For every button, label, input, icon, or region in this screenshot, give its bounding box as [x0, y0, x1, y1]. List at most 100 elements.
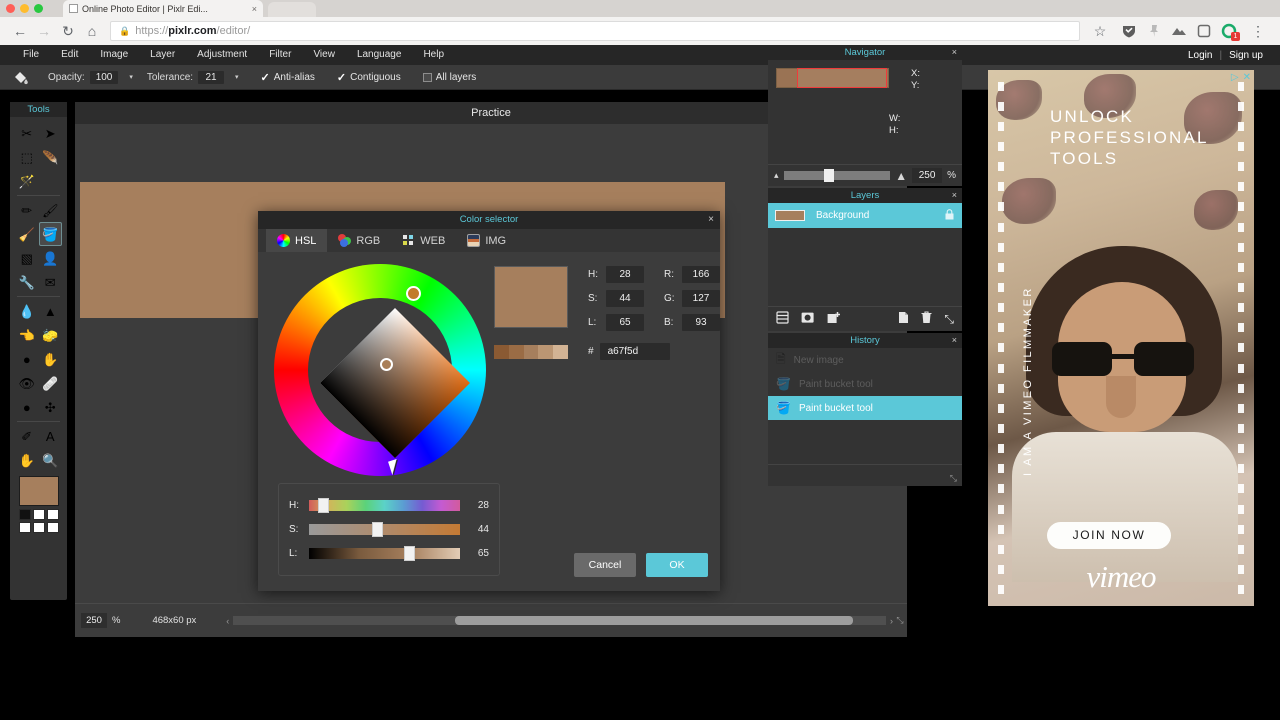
horizontal-scrollbar[interactable] — [233, 616, 886, 625]
login-link[interactable]: Login — [1181, 50, 1219, 61]
advertisement[interactable]: UNLOCK PROFESSIONAL TOOLS I AM A VIMEO F… — [988, 70, 1254, 606]
delete-layer-icon[interactable] — [921, 311, 932, 327]
menu-view[interactable]: View — [302, 45, 346, 65]
pinch-tool[interactable]: ✣ — [39, 395, 63, 419]
layers-empty-area[interactable] — [768, 228, 962, 306]
lock-icon[interactable] — [945, 209, 954, 223]
g-input[interactable]: 127 — [682, 290, 720, 307]
dialog-palette-swatch-0[interactable] — [494, 345, 509, 359]
history-resize-icon[interactable]: ⤡ — [950, 473, 957, 484]
navigator-viewport-rect[interactable] — [797, 68, 887, 88]
layer-settings-icon[interactable] — [776, 311, 789, 327]
counter-extension-icon[interactable]: 1 — [1221, 23, 1237, 39]
history-item[interactable]: 🪣Paint bucket tool — [768, 372, 962, 396]
burn-tool[interactable]: ● — [15, 347, 39, 371]
red-eye-tool[interactable]: 👁 — [15, 371, 39, 395]
b-input[interactable]: 93 — [682, 314, 720, 331]
back-icon[interactable]: ← — [8, 19, 32, 43]
shield-extension-icon[interactable] — [1121, 23, 1137, 39]
sl-cursor[interactable] — [380, 358, 393, 371]
add-layer-icon[interactable] — [827, 311, 841, 327]
zoom-slider-thumb[interactable] — [824, 169, 834, 182]
palette-swatch-4[interactable] — [33, 522, 45, 533]
pin-extension-icon[interactable] — [1146, 23, 1162, 39]
palette-swatch-3[interactable] — [19, 522, 31, 533]
hex-input[interactable]: a67f5d — [600, 343, 670, 360]
color-replace-tool[interactable]: 🔧 — [15, 270, 39, 294]
l-input[interactable]: 65 — [606, 314, 644, 331]
move-tool[interactable]: ➤ — [39, 121, 63, 145]
navigator-zoom-row[interactable]: ▴ ▲ 250 % — [768, 164, 962, 186]
zoom-tool[interactable]: 🔍 — [39, 448, 63, 472]
signup-link[interactable]: Sign up — [1222, 50, 1270, 61]
color-wheel-area[interactable] — [258, 252, 490, 477]
palette-swatch-5[interactable] — [47, 522, 59, 533]
menu-filter[interactable]: Filter — [258, 45, 302, 65]
h-input[interactable]: 28 — [606, 266, 644, 283]
navigator-close-icon[interactable]: × — [952, 45, 957, 60]
close-ad-icon[interactable]: ✕ — [1243, 72, 1251, 83]
lasso-tool[interactable]: 🪶 — [39, 145, 63, 169]
dialog-close-icon[interactable]: × — [708, 211, 714, 229]
scroll-left-icon[interactable]: ‹ — [226, 616, 229, 626]
note-extension-icon[interactable] — [1196, 23, 1212, 39]
tab-img[interactable]: IMG — [456, 229, 517, 252]
minimize-window-icon[interactable] — [20, 4, 29, 13]
spot-heal-tool[interactable]: 🩹 — [39, 371, 63, 395]
palette-swatch-1[interactable] — [33, 509, 45, 520]
sharpen-tool[interactable]: ▲ — [39, 299, 63, 323]
dialog-palette-swatch-2[interactable] — [524, 345, 539, 359]
maximize-window-icon[interactable] — [34, 4, 43, 13]
hue-cursor[interactable] — [406, 286, 421, 301]
window-controls[interactable] — [6, 4, 43, 13]
cancel-button[interactable]: Cancel — [574, 553, 636, 577]
opacity-value[interactable]: 100 — [90, 71, 119, 84]
history-item[interactable]: 🗎New image — [768, 348, 962, 372]
home-icon[interactable]: ⌂ — [80, 19, 104, 43]
dialog-palette-swatch-3[interactable] — [538, 345, 553, 359]
duplicate-layer-icon[interactable] — [898, 311, 909, 327]
reload-icon[interactable]: ↻ — [56, 19, 80, 43]
statusbar-zoom-value[interactable]: 250 — [81, 613, 107, 628]
marquee-select-tool[interactable]: ⬚ — [15, 145, 39, 169]
navigator-zoom-value[interactable]: 250 — [912, 168, 942, 183]
recent-palette-strip[interactable] — [494, 345, 568, 359]
navigator-zoom-slider[interactable] — [784, 171, 891, 180]
forward-icon[interactable]: → — [32, 19, 56, 43]
antialias-checkbox[interactable]: ✓ Anti-alias — [261, 71, 315, 84]
menu-file[interactable]: File — [12, 45, 50, 65]
menu-help[interactable]: Help — [412, 45, 455, 65]
menu-image[interactable]: Image — [89, 45, 139, 65]
menu-adjustment[interactable]: Adjustment — [186, 45, 258, 65]
zoom-in-icon[interactable]: ▲ — [895, 169, 907, 183]
dodge-tool[interactable]: ✋ — [39, 347, 63, 371]
dialog-palette-swatch-4[interactable] — [553, 345, 568, 359]
browser-tab[interactable]: Online Photo Editor | Pixlr Edi... × — [63, 0, 263, 17]
type-tool[interactable]: A — [39, 424, 63, 448]
mountain-extension-icon[interactable] — [1171, 23, 1187, 39]
tab-web[interactable]: WEB — [391, 229, 456, 252]
history-close-icon[interactable]: × — [952, 333, 957, 348]
palette-swatches[interactable] — [19, 509, 59, 533]
palette-swatch-0[interactable] — [19, 509, 31, 520]
drawing-tool[interactable]: ✉ — [39, 270, 63, 294]
tab-close-icon[interactable]: × — [252, 4, 257, 14]
adchoices-icon[interactable]: ▷ — [1231, 72, 1239, 83]
clone-stamp-tool[interactable]: 👤 — [39, 246, 63, 270]
address-bar[interactable]: 🔒 https://pixlr.com/editor/ — [110, 21, 1080, 41]
magic-wand-tool[interactable]: 🪄 — [15, 169, 39, 193]
navigator-thumbnail[interactable] — [776, 68, 889, 88]
dialog-titlebar[interactable]: Color selector × — [258, 211, 720, 229]
tab-rgb[interactable]: RGB — [327, 229, 391, 252]
palette-swatch-2[interactable] — [47, 509, 59, 520]
sponge-tool[interactable]: 🧽 — [39, 323, 63, 347]
menu-language[interactable]: Language — [346, 45, 413, 65]
ok-button[interactable]: OK — [646, 553, 708, 577]
navigator-body[interactable]: X: Y: W: H: — [768, 60, 962, 164]
crop-tool[interactable]: ✂ — [15, 121, 39, 145]
hand-tool[interactable]: ✋ — [15, 448, 39, 472]
lightness-slider-thumb[interactable] — [404, 546, 415, 561]
opacity-group[interactable]: Opacity: 100 ▾ — [48, 71, 133, 84]
layer-row-background[interactable]: Background — [768, 203, 962, 228]
layer-mask-icon[interactable] — [801, 311, 815, 327]
